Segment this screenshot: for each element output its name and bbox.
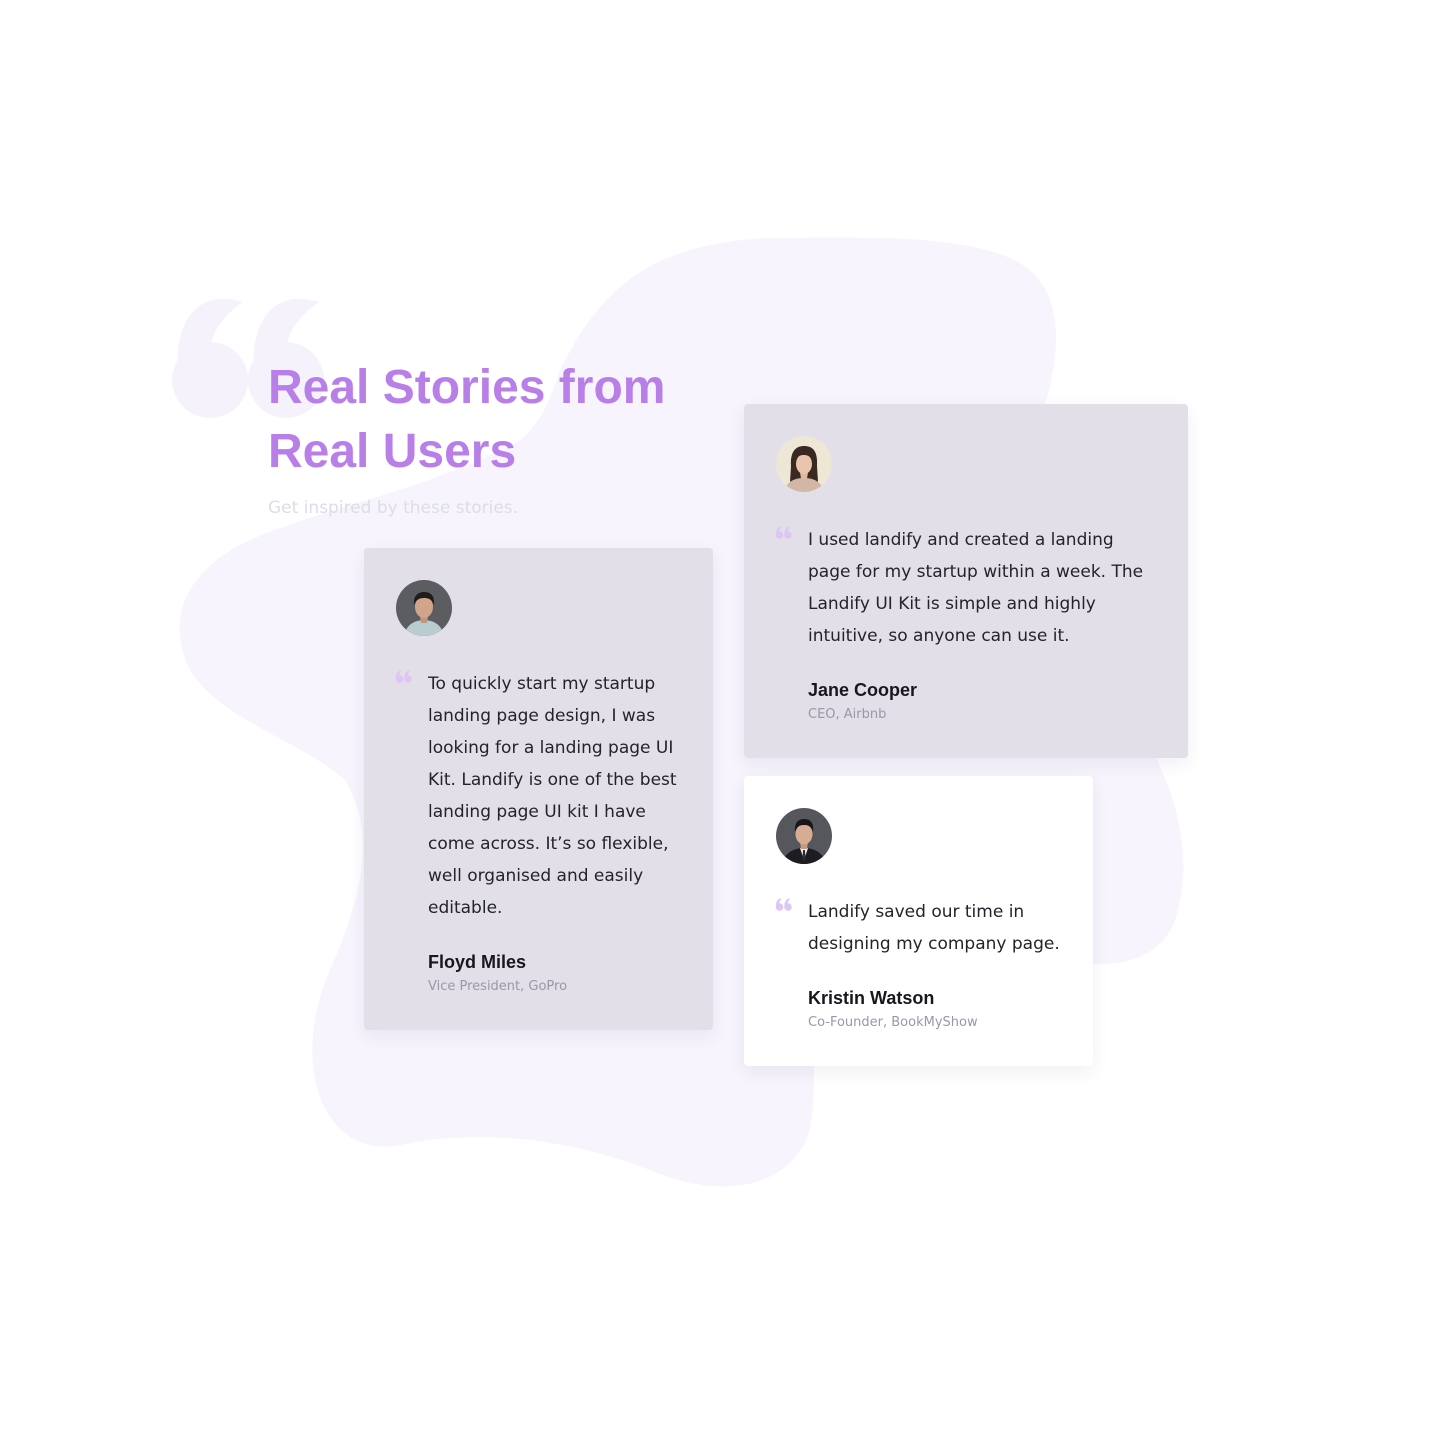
testimonial-author-role: Vice President, GoPro (428, 979, 568, 994)
quote-icon (775, 526, 792, 539)
testimonial-card-jane-cooper: I used landify and created a landing pag… (744, 404, 1188, 758)
page-title-line-2: Real Users (268, 425, 517, 478)
page-title: Real Stories from Real Users (268, 356, 708, 484)
testimonial-card-floyd-miles: To quickly start my startup landing page… (364, 548, 713, 1030)
background-blob (179, 237, 1184, 1187)
testimonial-author-role: CEO, Airbnb (808, 707, 887, 722)
avatar-kristin-watson (776, 808, 832, 864)
avatar-jane-cooper (776, 436, 832, 492)
woman-portrait-avatar-icon (776, 436, 832, 492)
testimonial-author-name: Kristin Watson (808, 988, 935, 1008)
man-portrait-avatar-icon (396, 580, 452, 636)
testimonial-author-name: Jane Cooper (808, 680, 918, 700)
man-in-suit-portrait-avatar-icon (776, 808, 832, 864)
page-title-line-1: Real Stories from (268, 361, 666, 414)
testimonial-card-kristin-watson: Landify saved our time in designing my c… (744, 776, 1093, 1066)
avatar-floyd-miles (396, 580, 452, 636)
testimonial-author-name: Floyd Miles (428, 952, 527, 972)
quote-icon (775, 898, 792, 911)
testimonial-quote: To quickly start my startup landing page… (428, 674, 677, 918)
testimonial-quote: Landify saved our time in designing my c… (808, 902, 1060, 954)
page-subtitle: Get inspired by these stories. (268, 498, 519, 518)
testimonial-author-role: Co-Founder, BookMyShow (808, 1015, 978, 1030)
testimonial-quote: I used landify and created a landing pag… (808, 530, 1144, 646)
quote-icon (395, 670, 412, 683)
